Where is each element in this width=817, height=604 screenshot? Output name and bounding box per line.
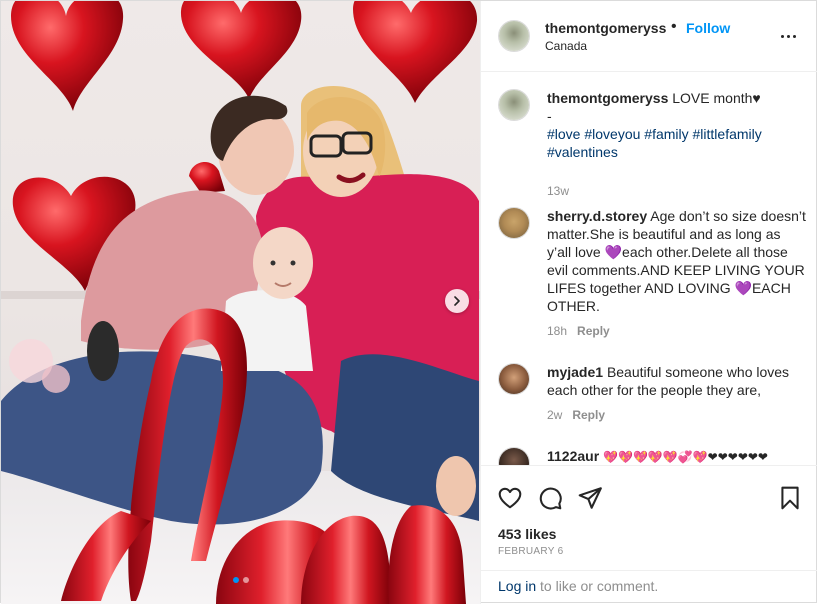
caption-hashtags[interactable]: #valentines	[547, 144, 618, 160]
heart-balloon	[353, 1, 478, 103]
post-actions: 453 likes FEBRUARY 6	[481, 465, 817, 570]
reply-button[interactable]: Reply	[577, 324, 610, 338]
hand	[436, 456, 476, 516]
comment-age[interactable]: 2w	[547, 408, 562, 422]
carousel-next-button[interactable]	[445, 289, 469, 313]
separator-dot: •	[671, 18, 677, 35]
author-avatar[interactable]	[498, 20, 530, 52]
follow-button[interactable]: Follow	[686, 20, 730, 36]
heart-balloon	[11, 1, 124, 111]
comment-meta: 18h Reply	[547, 324, 610, 338]
caption-text: LOVE month♥	[672, 90, 761, 106]
like-button[interactable]	[497, 485, 523, 511]
purple-heart-emoji: 💜	[734, 280, 752, 296]
comment-username[interactable]: myjade1	[547, 364, 603, 380]
post-date[interactable]: FEBRUARY 6	[498, 546, 563, 557]
chevron-right-icon	[454, 296, 460, 306]
carousel-indicator	[1, 577, 480, 583]
comment-bubble-icon	[539, 487, 562, 510]
bookmark-icon	[781, 486, 799, 510]
login-suffix: to like or comment.	[536, 578, 659, 594]
comment-body: 1122aur 💖💖💖💖💖💞💖❤❤❤❤❤❤	[547, 447, 807, 465]
post-photo[interactable]	[1, 1, 480, 604]
comment: sherry.d.storey Age don’t so size doesn’…	[498, 207, 808, 347]
share-button[interactable]	[577, 485, 603, 511]
caption-username[interactable]: themontgomeryss	[547, 90, 668, 106]
commenter-avatar[interactable]	[498, 363, 530, 395]
like-count[interactable]: 453 likes	[498, 526, 556, 542]
comment-age[interactable]: 18h	[547, 324, 567, 338]
caption-body: themontgomeryss LOVE month♥ - #love #lov…	[547, 89, 807, 161]
comment: 1122aur 💖💖💖💖💖💞💖❤❤❤❤❤❤	[498, 447, 808, 465]
more-options-button[interactable]	[777, 25, 799, 47]
author-username[interactable]: themontgomeryss	[545, 20, 666, 36]
comment-meta: 13w	[547, 184, 569, 198]
author-avatar[interactable]	[498, 89, 530, 121]
comment-body: myjade1 Beautiful someone who loves each…	[547, 363, 807, 399]
carousel-dot-active	[232, 577, 239, 583]
post-location[interactable]: Canada	[545, 39, 587, 53]
heart-balloon	[189, 161, 225, 193]
photo-scene	[1, 1, 479, 604]
post-header: themontgomeryss • Follow Canada	[481, 1, 817, 72]
save-button[interactable]	[777, 485, 803, 511]
post-dialog: themontgomeryss • Follow Canada themontg…	[0, 0, 817, 604]
more-dots-icon	[780, 34, 784, 38]
purple-heart-emoji: 💜	[604, 244, 623, 260]
comment-text: 💖💖💖💖💖💞💖❤❤❤❤❤❤	[603, 450, 768, 464]
comment-username[interactable]: 1122aur	[547, 448, 599, 464]
comment-meta: 2w Reply	[547, 408, 605, 422]
comments-list[interactable]: themontgomeryss LOVE month♥ - #love #lov…	[481, 72, 817, 465]
carousel-dot	[242, 577, 249, 583]
caption-hashtags[interactable]: #love #loveyou #family #littlefamily	[547, 126, 762, 142]
commenter-avatar[interactable]	[498, 447, 530, 465]
letter-balloon	[388, 505, 466, 604]
comment: myjade1 Beautiful someone who loves each…	[498, 363, 808, 423]
heart-balloon	[180, 1, 302, 99]
login-prompt: Log in to like or comment.	[481, 570, 817, 604]
comment-button[interactable]	[537, 485, 563, 511]
caption-dash: -	[547, 108, 552, 124]
comment-username[interactable]: sherry.d.storey	[547, 208, 647, 224]
paper-plane-icon	[578, 487, 602, 509]
post-sidebar: themontgomeryss • Follow Canada themontg…	[480, 1, 817, 604]
caption-age[interactable]: 13w	[547, 184, 569, 198]
comment-body: sherry.d.storey Age don’t so size doesn’…	[547, 207, 807, 315]
login-link[interactable]: Log in	[498, 578, 536, 594]
more-dots-icon	[792, 34, 796, 38]
commenter-avatar[interactable]	[498, 207, 530, 239]
more-dots-icon	[786, 34, 790, 38]
letter-balloon	[216, 515, 391, 604]
heart-outline-icon	[498, 487, 522, 509]
reply-button[interactable]: Reply	[572, 408, 605, 422]
caption: themontgomeryss LOVE month♥ - #love #lov…	[498, 89, 808, 198]
